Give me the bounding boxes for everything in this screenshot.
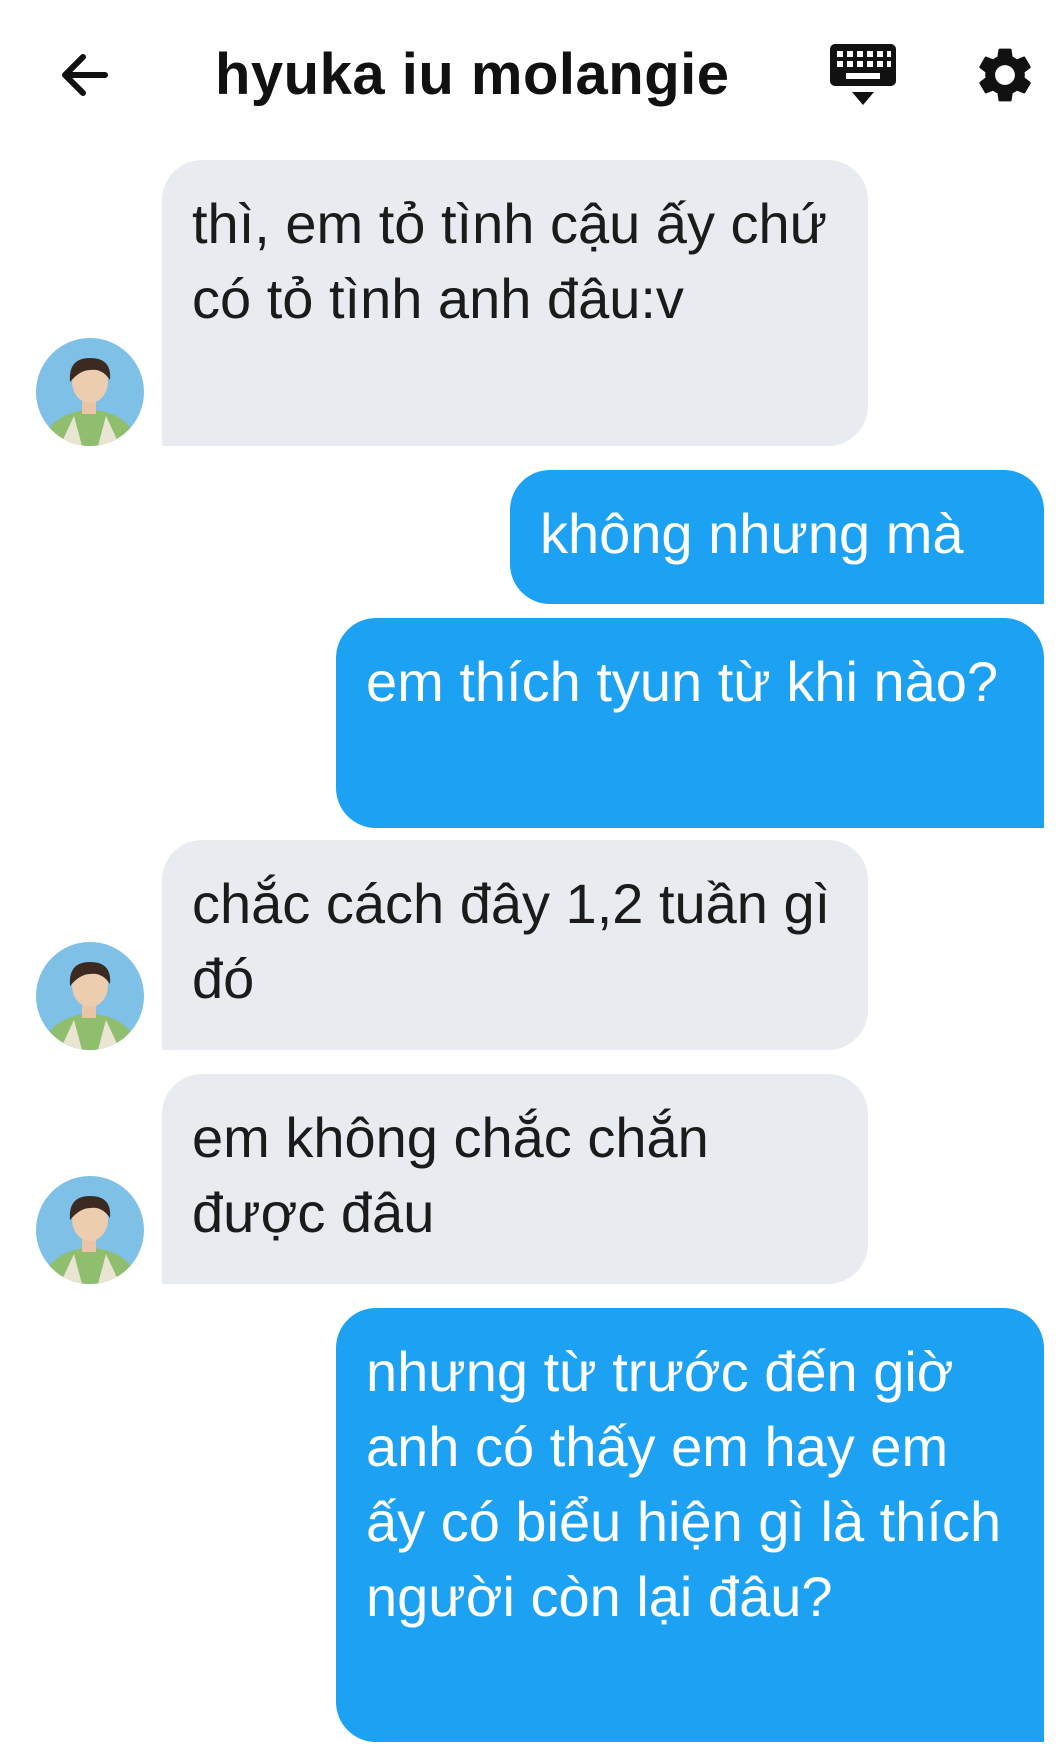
message-bubble-outgoing: nhưng từ trước đến giờ anh có thấy em ha…: [336, 1308, 1044, 1742]
contact-avatar[interactable]: [36, 942, 144, 1050]
message-bubble-outgoing: em thích tyun từ khi nào?: [336, 618, 1044, 828]
keyboard-button[interactable]: [828, 42, 898, 108]
message-bubble-incoming: em không chắc chắn được đâu: [162, 1074, 868, 1284]
message-bubble-incoming: thì, em tỏ tình cậu ấy chứ có tỏ tình an…: [162, 160, 868, 446]
message-bubble-incoming: chắc cách đây 1,2 tuần gì đó: [162, 840, 868, 1050]
chat-header: hyuka iu molangie: [0, 0, 1061, 150]
conversation-title: hyuka iu molangie: [215, 42, 730, 107]
keyboard-icon: [830, 44, 896, 105]
message-bubble-outgoing: không nhưng mà: [510, 470, 1044, 604]
arrow-left-icon: [62, 54, 108, 96]
back-button[interactable]: [55, 45, 115, 105]
contact-avatar[interactable]: [36, 1176, 144, 1284]
contact-avatar[interactable]: [36, 338, 144, 446]
settings-button[interactable]: [972, 42, 1038, 108]
gear-icon: [979, 48, 1031, 102]
